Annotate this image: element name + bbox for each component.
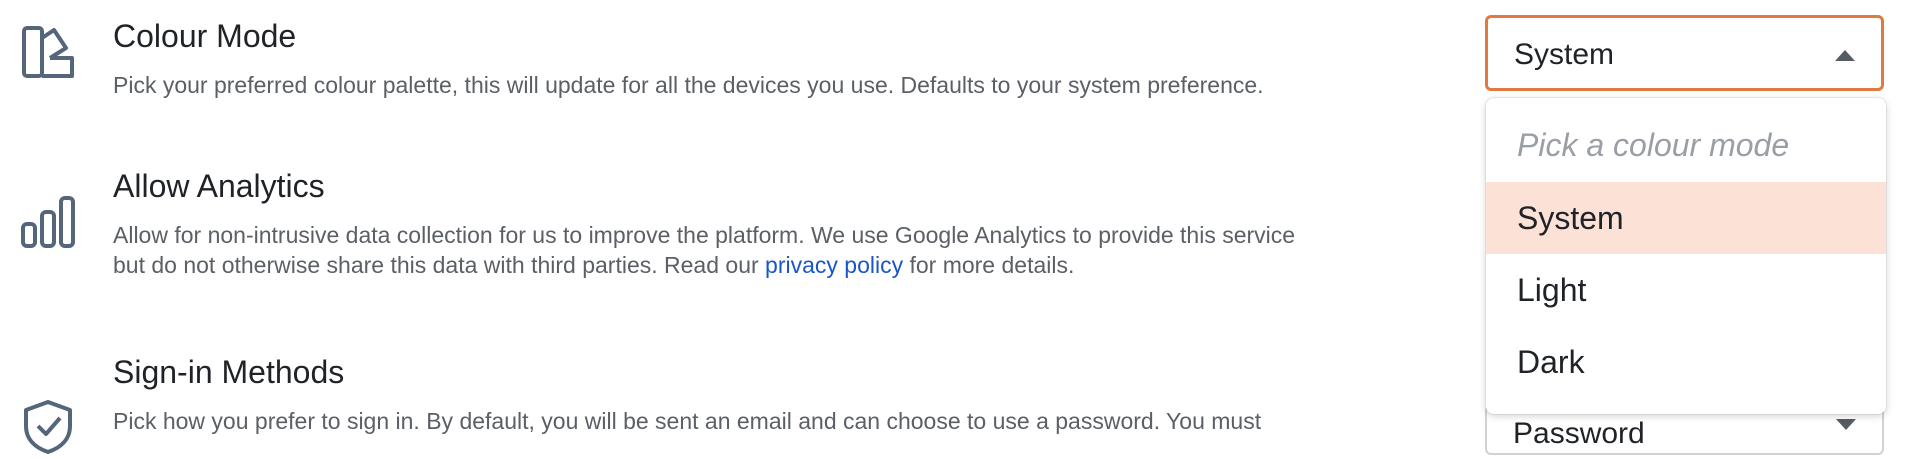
colour-mode-description: Pick your preferred colour palette, this… (113, 72, 1264, 98)
chevron-up-icon (1835, 50, 1855, 61)
analytics-description-text: but do not otherwise share this data wit… (113, 252, 766, 278)
sign-in-description: Pick how you prefer to sign in. By defau… (113, 408, 1262, 434)
option-label: Light (1517, 272, 1587, 308)
colour-mode-value: System (1514, 38, 1615, 71)
analytics-description-line2: but do not otherwise share this data wit… (113, 250, 1074, 280)
colour-mode-select[interactable]: System (1485, 15, 1884, 91)
colour-mode-dropdown: Pick a colour mode System Light Dark (1486, 98, 1886, 414)
palette-swatch-icon (20, 24, 76, 80)
option-light[interactable]: Light (1486, 254, 1886, 326)
shield-check-icon (20, 398, 76, 454)
privacy-policy-link[interactable]: privacy policy (765, 252, 903, 278)
option-system[interactable]: System (1486, 182, 1886, 254)
analytics-title: Allow Analytics (113, 168, 325, 204)
option-dark[interactable]: Dark (1486, 326, 1886, 398)
bar-chart-icon (20, 194, 76, 250)
sign-in-title: Sign-in Methods (113, 354, 345, 390)
chevron-down-icon (1836, 419, 1856, 430)
colour-mode-title: Colour Mode (113, 18, 297, 54)
option-label: Dark (1517, 344, 1585, 380)
analytics-description-tail: for more details. (903, 252, 1075, 278)
sign-in-method-value: Password (1513, 417, 1645, 450)
dropdown-placeholder: Pick a colour mode (1517, 127, 1790, 163)
option-label: System (1517, 200, 1624, 236)
analytics-description-line1: Allow for non-intrusive data collection … (113, 222, 1296, 248)
